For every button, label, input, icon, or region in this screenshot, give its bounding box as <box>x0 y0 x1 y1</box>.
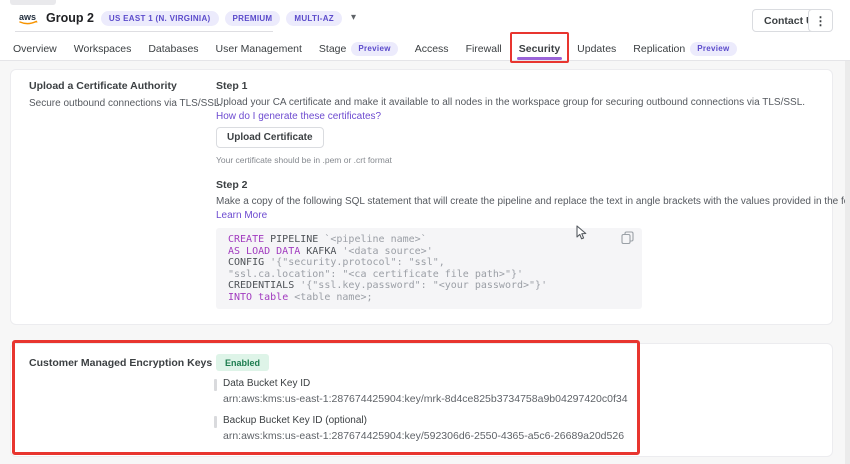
group-badge: US EAST 1 (N. VIRGINIA) <box>101 11 219 26</box>
kebab-menu-button[interactable]: ⋮ <box>808 9 833 32</box>
group-badge: MULTI-AZ <box>286 11 342 26</box>
encryption-keys-list: Data Bucket Key ID arn:aws:kms:us-east-1:… <box>214 378 628 442</box>
code-line: AS LOAD DATA KAFKA '<data source>' <box>228 246 630 258</box>
mouse-cursor <box>576 225 588 246</box>
code-segment: '{"security.protocol": "ssl", <box>270 257 445 268</box>
code-segment: table <box>252 292 294 303</box>
step2-description: Make a copy of the following SQL stateme… <box>216 196 850 207</box>
code-segment: <table name>; <box>294 292 372 303</box>
code-line: CREDENTIALS '{"ssl.key.password": "<your… <box>228 280 630 292</box>
tab-label: Updates <box>577 43 616 55</box>
code-line: CONFIG '{"security.protocol": "ssl", <box>228 257 630 269</box>
code-segment: CONFIG <box>228 257 270 268</box>
enabled-status-badge: Enabled <box>216 354 269 371</box>
preview-badge: Preview <box>690 42 736 56</box>
tab-workspaces[interactable]: Workspaces <box>73 36 133 61</box>
code-segment: "ssl.ca.location": "<ca certificate file… <box>228 269 523 280</box>
tab-label: Security <box>519 43 560 55</box>
code-line: CREATE PIPELINE `<pipeline name>` <box>228 234 630 246</box>
group-badge: PREMIUM <box>225 11 281 26</box>
tab-user-management[interactable]: User Management <box>215 36 303 61</box>
code-segment: KAFKA <box>300 246 342 257</box>
tab-label: User Management <box>216 43 302 55</box>
certificate-authority-card: Upload a Certificate Authority Secure ou… <box>10 69 833 325</box>
caret-down-icon[interactable]: ▾ <box>351 13 356 23</box>
section-title: Upload a Certificate Authority <box>29 80 177 92</box>
tab-label: Firewall <box>466 43 502 55</box>
scrollbar-track[interactable] <box>845 0 850 464</box>
code-segment: INTO <box>228 292 252 303</box>
tab-label: Access <box>415 43 449 55</box>
tab-updates[interactable]: Updates <box>576 36 617 61</box>
key-label: Data Bucket Key ID <box>223 378 628 389</box>
workspace-group-security-page: aws Group 2 US EAST 1 (N. VIRGINIA) PREMI… <box>0 0 850 464</box>
tab-label: Overview <box>13 43 57 55</box>
upload-certificate-button[interactable]: Upload Certificate <box>216 127 324 148</box>
svg-text:aws: aws <box>19 12 36 22</box>
page-header: aws Group 2 US EAST 1 (N. VIRGINIA) PREMI… <box>0 0 850 61</box>
tab-bar: Overview Workspaces Databases User Manageme… <box>12 36 738 61</box>
tab-label: Workspaces <box>74 43 132 55</box>
key-label: Backup Bucket Key ID (optional) <box>223 415 624 426</box>
certificate-format-hint: Your certificate should be in .pem or .c… <box>216 155 392 165</box>
code-segment: PIPELINE <box>264 234 324 245</box>
group-title: Group 2 <box>46 11 94 25</box>
step1-title: Step 1 <box>216 80 248 92</box>
tab-security[interactable]: Security <box>518 36 561 61</box>
section-subtitle: Secure outbound connections via TLS/SSL. <box>29 98 222 109</box>
code-segment: CREDENTIALS <box>228 280 300 291</box>
step1-description: Upload your CA certificate and make it a… <box>216 97 805 108</box>
code-line: "ssl.ca.location": "<ca certificate file… <box>228 269 630 281</box>
key-arn-value: arn:aws:kms:us-east-1:287674425904:key/m… <box>223 393 628 405</box>
step2-title: Step 2 <box>216 179 248 191</box>
aws-logo-icon: aws <box>18 11 39 25</box>
encryption-key-item: Data Bucket Key ID arn:aws:kms:us-east-1:… <box>214 378 628 405</box>
key-arn-value: arn:aws:kms:us-east-1:287674425904:key/5… <box>223 430 624 442</box>
tab-label: Stage <box>319 43 346 55</box>
encryption-key-item: Backup Bucket Key ID (optional) arn:aws:k… <box>214 415 628 442</box>
tab-label: Databases <box>148 43 198 55</box>
tab-replication[interactable]: Replication Preview <box>632 36 737 61</box>
generate-certificates-link[interactable]: How do I generate these certificates? <box>216 111 381 122</box>
copy-icon[interactable] <box>619 231 635 247</box>
group-badges: US EAST 1 (N. VIRGINIA) PREMIUM MULTI-AZ <box>101 11 342 26</box>
code-segment: CREATE <box>228 234 264 245</box>
code-line: INTO table <table name>; <box>228 292 630 304</box>
top-left-artifact <box>10 0 56 5</box>
encryption-keys-card: Customer Managed Encryption Keys Preview… <box>10 343 833 457</box>
tab-stage[interactable]: Stage Preview <box>318 36 399 61</box>
key-texts: Backup Bucket Key ID (optional) arn:aws:k… <box>223 415 624 442</box>
learn-more-link[interactable]: Learn More <box>216 210 267 221</box>
code-segment: `<pipeline name>` <box>324 234 426 245</box>
tab-firewall[interactable]: Firewall <box>465 36 503 61</box>
key-texts: Data Bucket Key ID arn:aws:kms:us-east-1:… <box>223 378 628 405</box>
preview-badge: Preview <box>351 42 397 56</box>
code-segment: '<data source>' <box>342 246 432 257</box>
tab-access[interactable]: Access <box>414 36 450 61</box>
encryption-section-title: Customer Managed Encryption Keys <box>29 357 212 369</box>
group-selector[interactable]: aws Group 2 US EAST 1 (N. VIRGINIA) PREMI… <box>18 7 356 29</box>
code-segment: AS LOAD DATA <box>228 246 300 257</box>
key-divider-bar <box>214 379 217 391</box>
key-divider-bar <box>214 416 217 428</box>
tab-databases[interactable]: Databases <box>147 36 199 61</box>
tab-label: Replication <box>633 43 685 55</box>
code-segment: '{"ssl.key.password": "<your password>"}… <box>300 280 547 291</box>
tab-overview[interactable]: Overview <box>12 36 58 61</box>
group-selector-underline <box>15 31 273 32</box>
kebab-menu-icon: ⋮ <box>815 14 827 28</box>
